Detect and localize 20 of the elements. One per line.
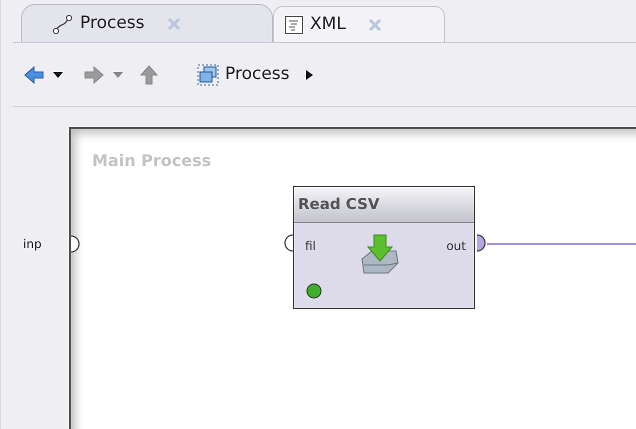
tab[interactable]: Process: [21, 4, 273, 42]
port-label: out: [446, 238, 466, 255]
operator-title: Read CSV: [298, 194, 380, 216]
process-title: Main Process: [92, 150, 212, 172]
port-icon[interactable]: [284, 234, 294, 252]
port-icon[interactable]: [476, 234, 486, 252]
up-arrow-icon[interactable]: [139, 64, 161, 86]
back-arrow-icon[interactable]: [23, 64, 45, 86]
caret-icon[interactable]: [306, 70, 312, 80]
forward-arrow-icon[interactable]: [83, 64, 105, 86]
port-label: inp: [23, 236, 42, 253]
connector-icon: [52, 12, 74, 34]
tab[interactable]: XML: [273, 6, 445, 42]
port-label: fil: [305, 238, 316, 255]
operator-node[interactable]: Read CSV fil out: [293, 186, 475, 309]
breadcrumb[interactable]: Process: [197, 62, 312, 88]
document-icon: [284, 14, 304, 34]
windows-icon: [197, 64, 219, 86]
port-icon[interactable]: [70, 235, 80, 253]
dropdown-caret-icon[interactable]: [53, 72, 63, 78]
